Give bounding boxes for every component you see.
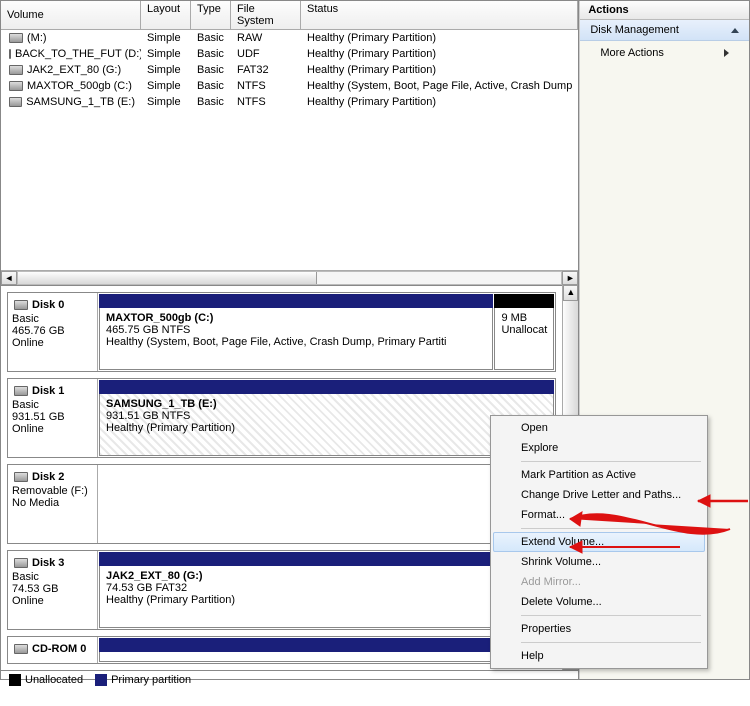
partition-body (99, 652, 554, 662)
partition-bar (494, 294, 554, 308)
partition-bar (99, 380, 554, 394)
disk-icon (14, 472, 28, 482)
partition-bar (99, 294, 493, 308)
drive-icon (9, 97, 22, 107)
disk-row[interactable]: Disk 1 Basic931.51 GBOnlineSAMSUNG_1_TB … (7, 378, 556, 458)
drive-icon (9, 65, 23, 75)
disk-graphical-view[interactable]: Disk 0 Basic465.76 GBOnlineMAXTOR_500gb … (1, 285, 562, 670)
context-menu-item[interactable]: Help (493, 646, 705, 666)
context-menu-item[interactable]: Change Drive Letter and Paths... (493, 485, 705, 505)
partition[interactable]: JAK2_EXT_80 (G:)74.53 GB FAT32Healthy (P… (99, 552, 554, 628)
context-menu-item[interactable]: Extend Volume... (493, 532, 705, 552)
disk-row[interactable]: Disk 2 Removable (F:)No Media (7, 464, 556, 544)
context-menu[interactable]: OpenExplore Mark Partition as ActiveChang… (490, 415, 708, 669)
actions-more[interactable]: More Actions (580, 41, 749, 65)
partition-body: MAXTOR_500gb (C:)465.75 GB NTFSHealthy (… (99, 308, 493, 370)
disk-partitions (98, 465, 555, 543)
partition-body: JAK2_EXT_80 (G:)74.53 GB FAT32Healthy (P… (99, 566, 554, 628)
context-menu-separator (521, 528, 701, 529)
disk-info: Disk 3 Basic74.53 GBOnline (8, 551, 98, 629)
context-menu-separator (521, 642, 701, 643)
col-type[interactable]: Type (191, 1, 231, 29)
disk-icon (14, 558, 28, 568)
volume-list-header: Volume Layout Type File System Status (1, 1, 578, 30)
context-menu-item[interactable]: Shrink Volume... (493, 552, 705, 572)
horizontal-scrollbar[interactable]: ◄ ► (1, 270, 578, 285)
context-menu-item[interactable]: Delete Volume... (493, 592, 705, 612)
actions-more-label: More Actions (600, 47, 664, 59)
partition[interactable]: 9 MBUnallocat (494, 294, 554, 370)
disk-info: CD-ROM 0 (8, 637, 98, 663)
disk-icon (14, 300, 28, 310)
context-menu-item[interactable]: Mark Partition as Active (493, 465, 705, 485)
actions-header: Actions (580, 1, 749, 20)
actions-section-disk-management[interactable]: Disk Management (580, 20, 749, 41)
context-menu-item[interactable]: Open (493, 418, 705, 438)
drive-icon (9, 33, 23, 43)
volume-row[interactable]: MAXTOR_500gb (C:) SimpleBasic NTFSHealth… (1, 78, 578, 94)
partition[interactable]: MAXTOR_500gb (C:)465.75 GB NTFSHealthy (… (99, 294, 493, 370)
chevron-right-icon (724, 49, 729, 57)
disk-info: Disk 2 Removable (F:)No Media (8, 465, 98, 543)
collapse-up-icon (731, 28, 739, 33)
disk-row[interactable]: Disk 0 Basic465.76 GBOnlineMAXTOR_500gb … (7, 292, 556, 372)
volume-row[interactable]: (M:) SimpleBasic RAWHealthy (Primary Par… (1, 30, 578, 46)
col-filesystem[interactable]: File System (231, 1, 301, 29)
context-menu-separator (521, 461, 701, 462)
partition-bar (99, 638, 554, 652)
partition[interactable]: SAMSUNG_1_TB (E:)931.51 GB NTFSHealthy (… (99, 380, 554, 456)
disk-icon (14, 386, 28, 396)
scroll-left-button[interactable]: ◄ (1, 271, 17, 285)
drive-icon (9, 49, 11, 59)
context-menu-item[interactable]: Format... (493, 505, 705, 525)
disk-partitions: MAXTOR_500gb (C:)465.75 GB NTFSHealthy (… (98, 293, 555, 371)
drive-icon (9, 81, 23, 91)
volume-row[interactable]: JAK2_EXT_80 (G:) SimpleBasic FAT32Health… (1, 62, 578, 78)
scroll-up-button[interactable]: ▲ (563, 285, 578, 301)
col-status[interactable]: Status (301, 1, 578, 29)
partition-body: 9 MBUnallocat (494, 308, 554, 370)
disk-info: Disk 1 Basic931.51 GBOnline (8, 379, 98, 457)
disk-partitions (98, 637, 555, 663)
scroll-thumb[interactable] (18, 272, 317, 284)
volume-row[interactable]: SAMSUNG_1_TB (E:) SimpleBasic NTFSHealth… (1, 94, 578, 110)
col-volume[interactable]: Volume (1, 1, 141, 29)
scroll-right-button[interactable]: ► (562, 271, 578, 285)
partition[interactable] (99, 638, 554, 662)
actions-section-label: Disk Management (590, 24, 679, 36)
context-menu-item: Add Mirror... (493, 572, 705, 592)
disk-icon (14, 644, 28, 654)
partition-body: SAMSUNG_1_TB (E:)931.51 GB NTFSHealthy (… (99, 394, 554, 456)
context-menu-item[interactable]: Properties (493, 619, 705, 639)
partition-bar (99, 552, 554, 566)
context-menu-separator (521, 615, 701, 616)
volume-list[interactable]: (M:) SimpleBasic RAWHealthy (Primary Par… (1, 30, 578, 270)
volume-row[interactable]: BACK_TO_THE_FUT (D:) SimpleBasic UDFHeal… (1, 46, 578, 62)
disk-row[interactable]: CD-ROM 0 (7, 636, 556, 664)
disk-row[interactable]: Disk 3 Basic74.53 GBOnlineJAK2_EXT_80 (G… (7, 550, 556, 630)
scroll-track[interactable] (17, 271, 562, 285)
disk-partitions: SAMSUNG_1_TB (E:)931.51 GB NTFSHealthy (… (98, 379, 555, 457)
legend-unallocated: Unallocated (9, 674, 83, 686)
disk-partitions: JAK2_EXT_80 (G:)74.53 GB FAT32Healthy (P… (98, 551, 555, 629)
context-menu-item[interactable]: Explore (493, 438, 705, 458)
col-layout[interactable]: Layout (141, 1, 191, 29)
legend: Unallocated Primary partition (1, 670, 578, 689)
disk-info: Disk 0 Basic465.76 GBOnline (8, 293, 98, 371)
legend-primary: Primary partition (95, 674, 191, 686)
